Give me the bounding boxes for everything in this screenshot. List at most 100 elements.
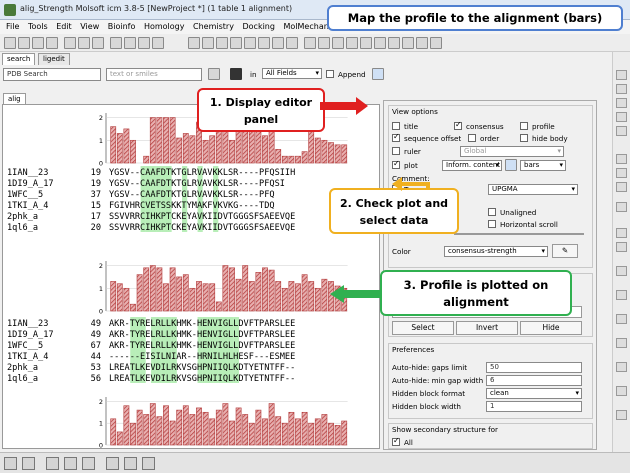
refresh-tool-icon[interactable] bbox=[616, 70, 627, 80]
tab-alig[interactable]: alig bbox=[3, 93, 26, 104]
tab-ligedit[interactable]: ligedit bbox=[38, 53, 70, 65]
unaligned-checkbox[interactable] bbox=[488, 208, 496, 216]
surface-icon[interactable] bbox=[286, 37, 298, 49]
grid-icon[interactable] bbox=[318, 37, 330, 49]
arrow-tool-icon[interactable] bbox=[616, 228, 627, 238]
title-checkbox[interactable] bbox=[392, 122, 400, 130]
plane-tool-icon[interactable] bbox=[616, 290, 627, 300]
key-tool-icon[interactable] bbox=[616, 410, 627, 420]
camera-icon[interactable] bbox=[106, 457, 119, 470]
molecule-icon[interactable] bbox=[110, 37, 122, 49]
plot-refresh-icon[interactable] bbox=[505, 159, 517, 171]
document-icon[interactable] bbox=[82, 457, 95, 470]
label-icon[interactable] bbox=[272, 37, 284, 49]
search-source-select[interactable]: PDB Search bbox=[3, 68, 101, 81]
fog-icon[interactable] bbox=[304, 37, 316, 49]
plot-checkbox[interactable] bbox=[392, 159, 400, 169]
menu-edit[interactable]: Edit bbox=[56, 20, 72, 34]
pref-hidden-width-input[interactable]: 1 bbox=[486, 401, 582, 412]
move-tool-icon[interactable] bbox=[616, 84, 627, 94]
order-checkbox[interactable] bbox=[468, 134, 476, 142]
invert-button[interactable]: Invert bbox=[456, 321, 518, 335]
hide-button[interactable]: Hide bbox=[520, 321, 582, 335]
open-icon[interactable] bbox=[18, 37, 30, 49]
menu-bioinfo[interactable]: Bioinfo bbox=[108, 20, 136, 34]
animation-icon[interactable] bbox=[124, 457, 137, 470]
move-icon[interactable] bbox=[202, 37, 214, 49]
menu-chemistry[interactable]: Chemistry bbox=[193, 20, 234, 34]
copy-icon[interactable] bbox=[78, 37, 90, 49]
frame-tool-icon[interactable] bbox=[616, 338, 627, 348]
menu-file[interactable]: File bbox=[6, 20, 19, 34]
close-icon[interactable] bbox=[4, 457, 17, 470]
ligand-icon[interactable] bbox=[124, 37, 136, 49]
rotate-icon[interactable] bbox=[216, 37, 228, 49]
tree-select[interactable]: UPGMA bbox=[488, 184, 578, 195]
sketch-icon[interactable] bbox=[152, 37, 164, 49]
tab-search[interactable]: search bbox=[2, 53, 36, 65]
ruler-select[interactable]: Global bbox=[460, 146, 564, 157]
cone-tool-icon[interactable] bbox=[616, 362, 627, 372]
flip-tool-icon[interactable] bbox=[616, 242, 627, 252]
pin-tool-icon[interactable] bbox=[616, 112, 627, 122]
select-button[interactable]: Select bbox=[392, 321, 454, 335]
field-select[interactable]: All Fields bbox=[262, 68, 322, 79]
binoculars-icon[interactable] bbox=[230, 68, 242, 80]
zoom-icon[interactable] bbox=[230, 37, 242, 49]
plot-data-select[interactable]: Inform. content bbox=[442, 160, 502, 171]
slider-track[interactable] bbox=[454, 233, 584, 235]
clip-tool-icon[interactable] bbox=[616, 154, 627, 164]
select-icon[interactable] bbox=[188, 37, 200, 49]
search-input[interactable]: text or smiles bbox=[106, 68, 202, 81]
save-icon[interactable] bbox=[32, 37, 44, 49]
measure-icon[interactable] bbox=[258, 37, 270, 49]
table-icon[interactable] bbox=[332, 37, 344, 49]
profile-checkbox[interactable] bbox=[520, 122, 528, 130]
sequence-row[interactable]: 1ql6_a 20 SSVVRRCIHKPTCKEYAVKIIDVTGGGSFSAE… bbox=[7, 222, 295, 234]
slab-tool-icon[interactable] bbox=[616, 168, 627, 178]
stereo-icon[interactable] bbox=[360, 37, 372, 49]
paste-icon[interactable] bbox=[92, 37, 104, 49]
menu-view[interactable]: View bbox=[80, 20, 99, 34]
menu-tools[interactable]: Tools bbox=[28, 20, 48, 34]
smiles-icon[interactable] bbox=[208, 68, 220, 80]
cube-icon[interactable] bbox=[346, 37, 358, 49]
menu-docking[interactable]: Docking bbox=[242, 20, 274, 34]
chemistry-icon[interactable] bbox=[138, 37, 150, 49]
plot-style-select[interactable]: bars bbox=[520, 160, 566, 171]
menu-homology[interactable]: Homology bbox=[144, 20, 185, 34]
horizontal-scroll-checkbox[interactable] bbox=[488, 220, 496, 228]
color-icon[interactable] bbox=[430, 37, 442, 49]
hide-body-checkbox[interactable] bbox=[520, 134, 528, 142]
pref-hidden-format-select[interactable]: clean bbox=[486, 388, 582, 399]
view-tool-icon[interactable] bbox=[616, 182, 627, 192]
zoom-tool-icon[interactable] bbox=[616, 98, 627, 108]
split-tool-icon[interactable] bbox=[616, 314, 627, 324]
new-icon[interactable] bbox=[4, 37, 16, 49]
color-select[interactable]: consensus-strength bbox=[444, 246, 548, 257]
append-checkbox[interactable] bbox=[326, 70, 334, 78]
rotate-tool-icon[interactable] bbox=[616, 126, 627, 136]
sequence-offset-checkbox[interactable] bbox=[392, 132, 400, 142]
consensus-checkbox[interactable] bbox=[454, 120, 462, 130]
panel-icon[interactable] bbox=[64, 457, 77, 470]
pencil-icon[interactable]: ✎ bbox=[552, 244, 578, 258]
ruler-checkbox[interactable] bbox=[392, 147, 400, 155]
half-tool-icon[interactable] bbox=[616, 386, 627, 396]
sequence-row[interactable]: 1ql6_a 56 LREATLKEVDILRKVSGHPNIIQLKDTYETNT… bbox=[7, 373, 295, 385]
workspace-icon[interactable] bbox=[46, 457, 59, 470]
gear-icon[interactable] bbox=[142, 457, 155, 470]
as-tool-icon[interactable] bbox=[616, 202, 627, 212]
center-icon[interactable] bbox=[244, 37, 256, 49]
console-icon[interactable] bbox=[22, 457, 35, 470]
refresh-icon[interactable] bbox=[372, 68, 384, 80]
pref-min-gap-input[interactable]: 6 bbox=[486, 375, 582, 386]
cut-icon[interactable] bbox=[64, 37, 76, 49]
text-a-icon[interactable] bbox=[416, 37, 428, 49]
shade-icon[interactable] bbox=[402, 37, 414, 49]
print-icon[interactable] bbox=[46, 37, 58, 49]
pref-gaps-limit-input[interactable]: 50 bbox=[486, 362, 582, 373]
ribbon-icon[interactable] bbox=[374, 37, 386, 49]
all-checkbox[interactable] bbox=[392, 436, 400, 446]
sphere-icon[interactable] bbox=[388, 37, 400, 49]
